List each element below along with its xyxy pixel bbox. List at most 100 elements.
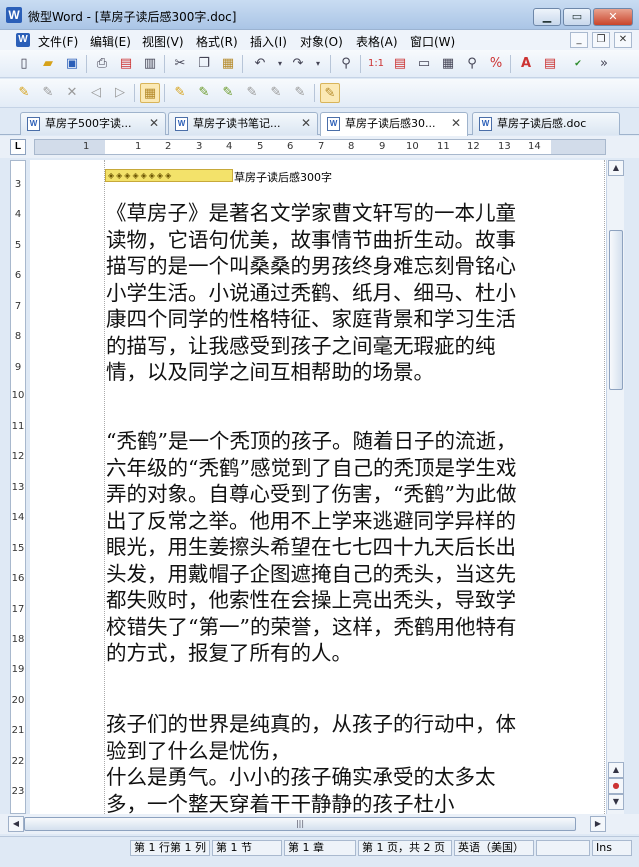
copy-icon[interactable]: ❐ xyxy=(194,54,214,74)
doc-minimize-button[interactable]: _ xyxy=(570,32,588,48)
zoom-icon[interactable]: ⚲ xyxy=(462,54,482,74)
document-page[interactable]: ◈◈◈◈◈◈◈◈ 草房子读后感300字 《草房子》是著名文学家曹文轩写的一本儿童… xyxy=(30,160,606,814)
vruler-tick: 9 xyxy=(14,362,22,373)
web-layout-icon[interactable]: ▭ xyxy=(414,54,434,74)
horizontal-scrollbar[interactable]: ◀ ||| ▶ xyxy=(0,814,639,834)
reject-all-icon[interactable]: ✎ xyxy=(242,83,262,103)
undo-dropdown-icon[interactable]: ▾ xyxy=(270,54,290,74)
status-page: 第 1 页，共 2 页 xyxy=(358,840,452,856)
percent-icon[interactable]: % xyxy=(486,54,506,74)
menu-view[interactable]: 视图(V) xyxy=(142,33,184,50)
font-color-icon[interactable]: A xyxy=(516,54,536,74)
status-insert-mode[interactable]: Ins xyxy=(592,840,632,856)
menu-table[interactable]: 表格(A) xyxy=(356,33,398,50)
vertical-scroll-thumb[interactable] xyxy=(609,230,623,390)
scroll-left-icon[interactable]: ◀ xyxy=(8,816,24,832)
edit-disabled-icon[interactable]: ✎ xyxy=(38,83,58,103)
status-chapter: 第 1 章 xyxy=(284,840,356,856)
vruler-tick: 6 xyxy=(14,270,22,281)
close-button[interactable]: ✕ xyxy=(593,8,633,26)
doc-close-button[interactable]: ✕ xyxy=(614,32,632,48)
accept-all-icon[interactable]: ✎ xyxy=(194,83,214,103)
find-binoculars-icon[interactable]: ⚲ xyxy=(336,54,356,74)
vruler-tick: 14 xyxy=(11,512,25,523)
next-disabled-icon[interactable]: ▷ xyxy=(110,83,130,103)
accept-change-icon[interactable]: ✎ xyxy=(170,83,190,103)
menu-object[interactable]: 对象(O) xyxy=(300,33,343,50)
previous-disabled-icon[interactable]: ◁ xyxy=(86,83,106,103)
menu-file[interactable]: 文件(F) xyxy=(38,33,78,50)
paragraph-2[interactable]: “秃鹤”是一个秃顶的孩子。随着日子的流逝，六年级的“秃鹤”感觉到了自己的秃顶是学… xyxy=(106,428,536,667)
tab-close-icon[interactable]: ✕ xyxy=(149,113,159,134)
reject-change-icon[interactable]: ✎ xyxy=(218,83,238,103)
print-preview-icon[interactable]: ▥ xyxy=(140,54,160,74)
comment-icon[interactable]: ✎ xyxy=(266,83,286,103)
redo-icon[interactable]: ↷ xyxy=(288,54,308,74)
paragraph-1[interactable]: 《草房子》是著名文学家曹文轩写的一本儿童读物，它语句优美，故事情节曲折生动。故事… xyxy=(106,200,536,386)
tab-close-icon[interactable]: ✕ xyxy=(301,113,311,134)
paste-icon[interactable]: ▦ xyxy=(218,54,238,74)
undo-icon[interactable]: ↶ xyxy=(250,54,270,74)
vruler-tick: 3 xyxy=(14,179,22,190)
scroll-right-icon[interactable]: ▶ xyxy=(590,816,606,832)
new-document-icon[interactable]: ▯ xyxy=(14,54,34,74)
delete-disabled-icon[interactable]: ✕ xyxy=(62,83,82,103)
word-doc-icon: W xyxy=(27,117,40,131)
format-painter-icon[interactable]: ▤ xyxy=(540,54,560,74)
highlight-edit-icon[interactable]: ✎ xyxy=(14,83,34,103)
menu-window[interactable]: 窗口(W) xyxy=(410,33,455,50)
track-changes-icon[interactable]: ▦ xyxy=(140,83,160,103)
tab-doc-3-active[interactable]: W 草房子读后感30... ✕ xyxy=(320,112,468,136)
vruler-tick: 22 xyxy=(11,756,25,767)
next-page-icon[interactable]: ▼ xyxy=(608,794,624,810)
vruler-tick: 4 xyxy=(14,209,22,220)
word-doc-icon: W xyxy=(479,117,492,131)
page-number-icon[interactable]: 1:1 xyxy=(366,54,386,74)
scroll-up-icon[interactable]: ▲ xyxy=(608,160,624,176)
horizontal-scroll-thumb[interactable]: ||| xyxy=(24,817,576,831)
word-app-icon[interactable]: W xyxy=(6,7,22,23)
vruler-tick: 11 xyxy=(11,421,25,432)
review-toolbar: ✎ ✎ ✕ ◁ ▷ ▦ ✎ ✎ ✎ ✎ ✎ ✎ ✎ xyxy=(0,79,639,108)
ruler-tick: 2 xyxy=(165,141,172,152)
cut-icon[interactable]: ✂ xyxy=(170,54,190,74)
ruler-tick: 10 xyxy=(406,141,419,152)
vruler-tick: 18 xyxy=(11,634,25,645)
tab-doc-2[interactable]: W 草房子读书笔记... ✕ xyxy=(168,112,318,135)
review-pane-icon[interactable]: ✎ xyxy=(320,83,340,103)
vertical-ruler[interactable]: 3 4 5 6 7 8 9 10 11 12 13 14 15 16 17 18… xyxy=(10,160,26,814)
open-folder-icon[interactable]: ▰ xyxy=(38,54,58,74)
horizontal-ruler[interactable]: 1 1 2 3 4 5 6 7 8 9 10 11 12 13 14 xyxy=(34,139,606,155)
doc-restore-button[interactable]: ❐ xyxy=(592,32,610,48)
print-icon[interactable]: ⎙ xyxy=(92,54,112,74)
browse-object-icon[interactable]: ● xyxy=(608,778,624,794)
tab-stop-selector[interactable]: L xyxy=(10,139,26,155)
vruler-tick: 13 xyxy=(11,482,25,493)
previous-page-icon[interactable]: ▲ xyxy=(608,762,624,778)
document-menu-icon[interactable]: W xyxy=(16,33,30,47)
ruler-tick: 8 xyxy=(348,141,355,152)
menu-edit[interactable]: 编辑(E) xyxy=(90,33,131,50)
tab-doc-1[interactable]: W 草房子500字读... ✕ xyxy=(20,112,166,135)
paragraph-3[interactable]: 孩子们的世界是纯真的，从孩子的行动中，体验到了什么是忧伤， xyxy=(106,711,536,764)
tab-doc-4[interactable]: W 草房子读后感.doc xyxy=(472,112,620,135)
toolbar-overflow-icon[interactable]: » xyxy=(594,54,614,74)
minimize-button[interactable]: ▁ xyxy=(533,8,561,26)
redo-dropdown-icon[interactable]: ▾ xyxy=(308,54,328,74)
menu-format[interactable]: 格式(R) xyxy=(196,33,238,50)
maximize-button[interactable]: ▭ xyxy=(563,8,591,26)
menu-insert[interactable]: 插入(I) xyxy=(250,33,287,50)
insert-table-icon[interactable]: ▤ xyxy=(390,54,410,74)
paragraph-4[interactable]: 什么是勇气。小小的孩子确实承受的太多太多，一个整天穿着干干静静的孩子杜小 xyxy=(106,764,536,814)
tab-close-icon[interactable]: ✕ xyxy=(451,113,461,134)
page-layout-icon[interactable]: ▦ xyxy=(438,54,458,74)
save-icon[interactable]: ▣ xyxy=(62,54,82,74)
ruler-tick: 1 xyxy=(135,141,142,152)
spell-check-icon[interactable]: ✔ xyxy=(568,54,588,74)
tab-label: 草房子读书笔记... xyxy=(193,117,281,130)
comment-delete-icon[interactable]: ✎ xyxy=(290,83,310,103)
pdf-export-icon[interactable]: ▤ xyxy=(116,54,136,74)
vertical-scrollbar[interactable]: ▲ ▲ ● ▼ xyxy=(606,160,624,814)
vruler-tick: 17 xyxy=(11,604,25,615)
tab-label: 草房子读后感.doc xyxy=(497,117,587,130)
